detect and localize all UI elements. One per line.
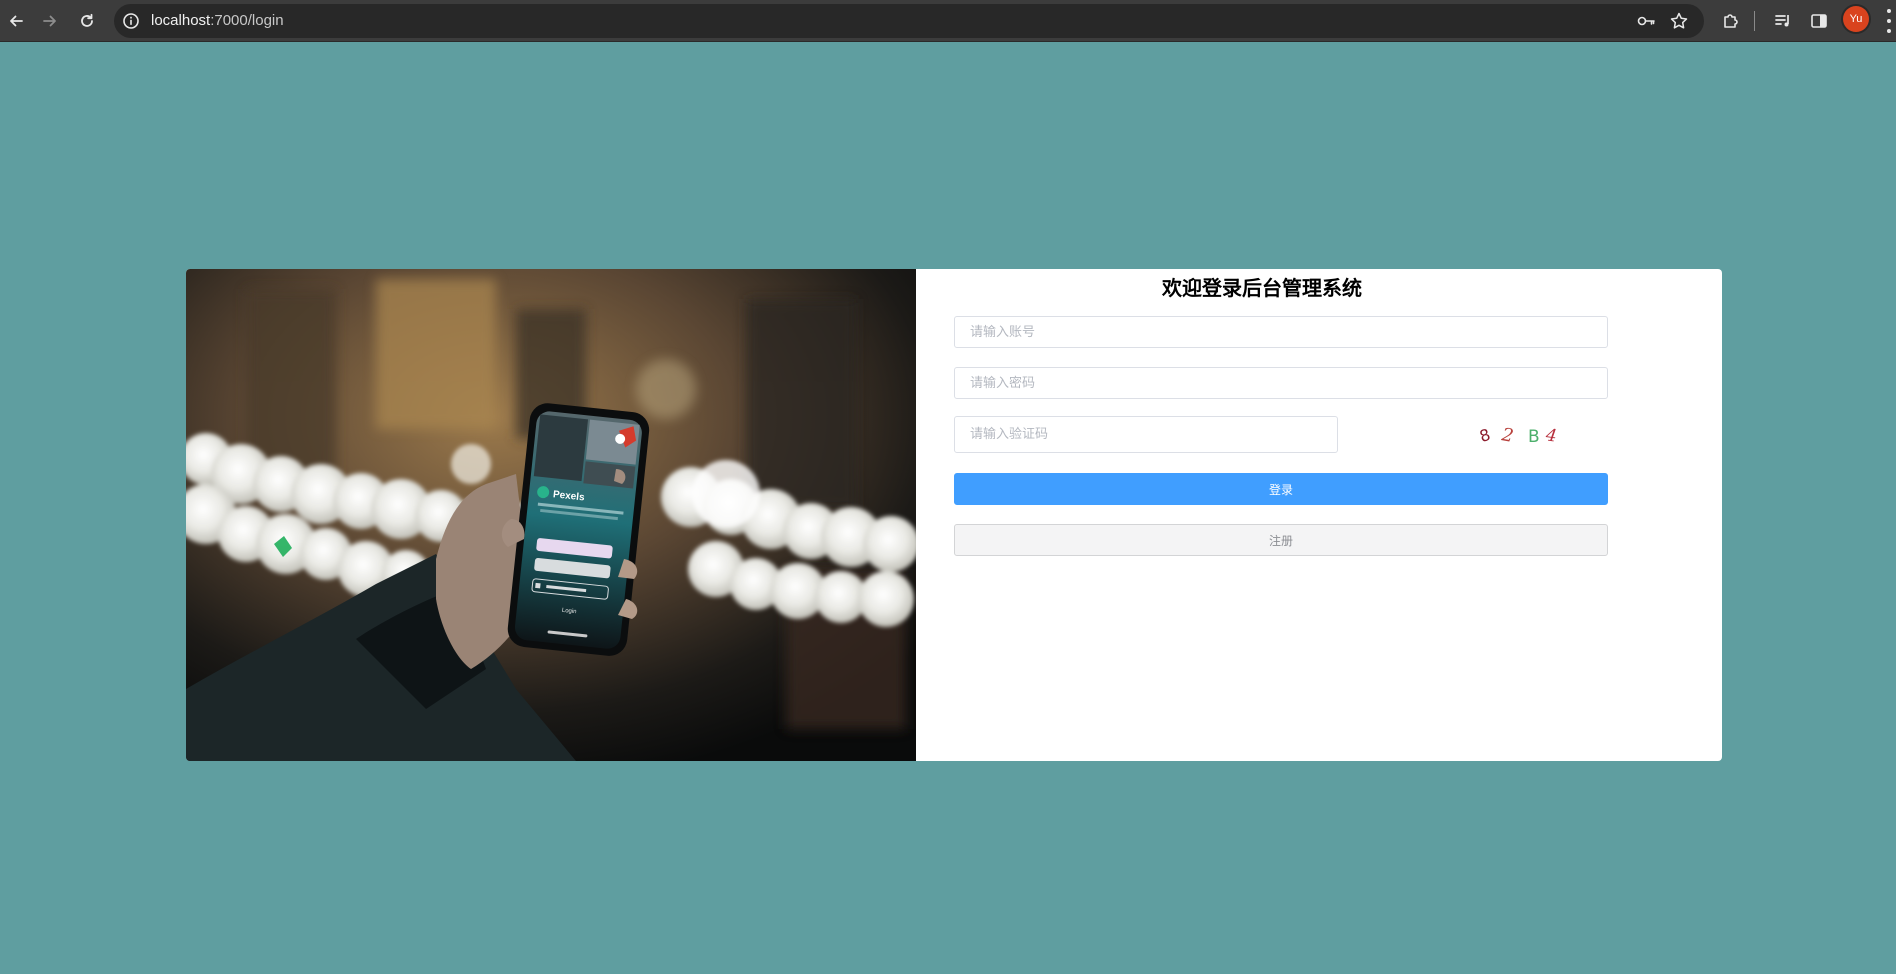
captcha-char-2: 2 xyxy=(1499,424,1515,447)
page-title: 欢迎登录后台管理系统 xyxy=(1162,276,1362,300)
hero-image: Pexels Login xyxy=(186,269,916,761)
address-bar[interactable]: localhost:7000/login xyxy=(114,4,1704,38)
forward-button[interactable] xyxy=(35,6,65,36)
account-input[interactable] xyxy=(955,317,1607,347)
toolbar-divider xyxy=(1754,11,1755,31)
captcha-field xyxy=(954,416,1338,453)
password-key-icon[interactable] xyxy=(1636,11,1656,31)
captcha-char-4: 4 xyxy=(1544,425,1558,446)
url-host: localhost xyxy=(151,12,211,29)
password-field xyxy=(954,367,1608,399)
reload-button[interactable] xyxy=(72,6,102,36)
bookmark-star-icon[interactable] xyxy=(1669,11,1689,31)
captcha-char-3: B xyxy=(1528,427,1540,447)
back-button[interactable] xyxy=(1,6,31,36)
register-button[interactable]: 注册 xyxy=(954,524,1608,556)
login-button[interactable]: 登录 xyxy=(954,473,1608,505)
captcha-input[interactable] xyxy=(955,417,1337,452)
back-arrow-icon xyxy=(10,15,23,27)
reload-icon xyxy=(81,13,93,27)
account-field xyxy=(954,316,1608,348)
password-input[interactable] xyxy=(955,368,1607,398)
url-text[interactable]: localhost:7000/login xyxy=(151,12,284,29)
profile-avatar[interactable]: Yu xyxy=(1843,6,1869,32)
browser-toolbar: localhost:7000/login Yu xyxy=(0,0,1896,42)
extensions-puzzle-icon[interactable] xyxy=(1718,8,1744,34)
side-panel-icon[interactable] xyxy=(1806,8,1832,34)
captcha-image[interactable]: 8 2 B 4 xyxy=(1476,419,1596,451)
captcha-char-1: 8 xyxy=(1477,425,1493,446)
url-path: :7000/login xyxy=(210,12,284,29)
login-form: 欢迎登录后台管理系统 8 2 B 4 登录 注册 xyxy=(916,269,1722,761)
site-info-icon[interactable] xyxy=(122,12,140,30)
media-queue-icon[interactable] xyxy=(1770,8,1796,34)
login-card: Pexels Login 欢迎登录后台管理系统 请输入账号 请输入验证码 8 2… xyxy=(186,269,1722,761)
browser-menu-icon[interactable] xyxy=(1886,9,1892,33)
forward-arrow-icon xyxy=(43,15,56,27)
